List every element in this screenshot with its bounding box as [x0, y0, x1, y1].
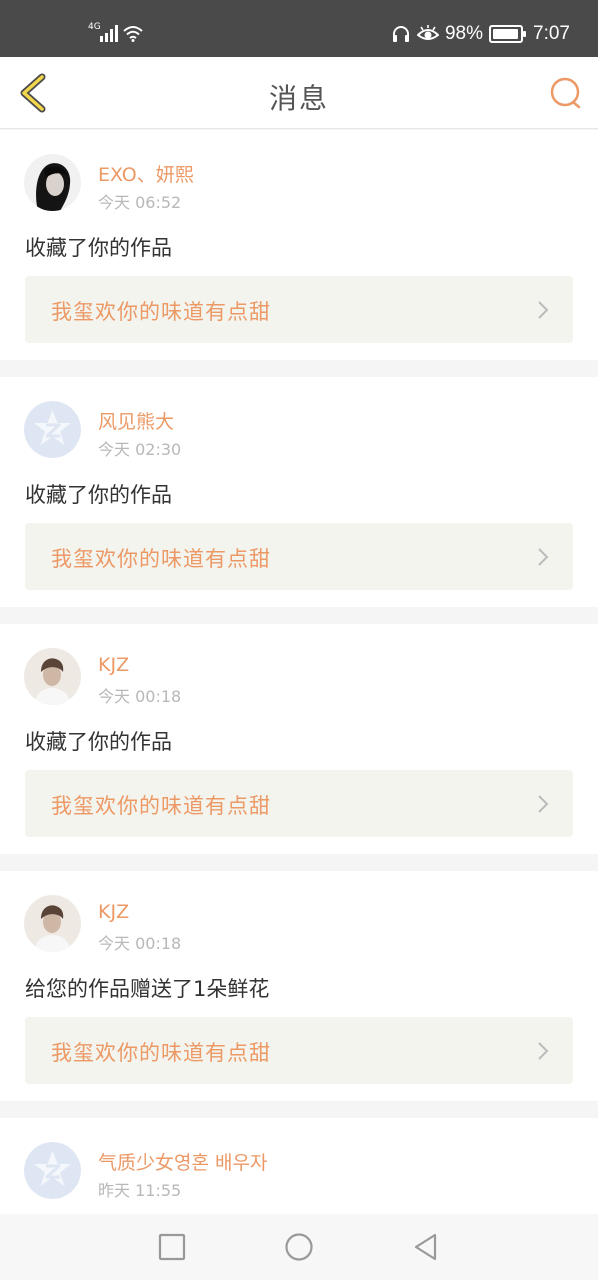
work-link[interactable]: 我玺欢你的味道有点甜 [25, 276, 573, 343]
avatar[interactable] [24, 1142, 81, 1199]
avatar-photo [24, 154, 81, 211]
message-text: 收藏了你的作品 [25, 236, 172, 260]
avatar[interactable] [24, 648, 81, 705]
avatar-photo [24, 895, 81, 952]
work-link[interactable]: 我玺欢你的味道有点甜 [25, 523, 573, 590]
eye-icon [416, 25, 439, 40]
message-card: KJZ 今天 00:18 收藏了你的作品 我玺欢你的味道有点甜 [0, 624, 598, 854]
message-time: 今天 00:18 [98, 687, 182, 706]
system-nav-bar [0, 1214, 598, 1280]
chevron-right-icon [538, 1042, 549, 1060]
battery-icon [489, 25, 527, 43]
top-bar: 消息 [0, 57, 598, 129]
user-name[interactable]: EXO、妍熙 [98, 160, 194, 187]
message-text: 收藏了你的作品 [25, 483, 172, 507]
work-link[interactable]: 我玺欢你的味道有点甜 [25, 1017, 573, 1084]
user-name[interactable]: KJZ [98, 654, 129, 676]
chevron-right-icon [538, 548, 549, 566]
avatar-photo [24, 648, 81, 705]
battery-level [493, 29, 519, 39]
avatar[interactable] [24, 154, 81, 211]
battery-percent: 98% [444, 23, 484, 44]
message-time: 今天 00:18 [98, 934, 182, 953]
work-link[interactable]: 我玺欢你的味道有点甜 [25, 770, 573, 837]
recent-apps-icon[interactable] [157, 1232, 187, 1262]
status-bar: 4G 98% 7:07 [0, 0, 598, 57]
headphone-icon [392, 26, 409, 42]
status-right: 98% 7:07 [391, 22, 570, 46]
wifi-icon [123, 26, 143, 42]
user-name[interactable]: 风见熊大 [98, 407, 174, 434]
user-name[interactable]: 气质少女영혼 배우자 [98, 1148, 267, 1175]
default-avatar-icon [24, 1142, 81, 1199]
clock: 7:07 [533, 23, 570, 44]
home-icon[interactable] [284, 1232, 314, 1262]
chevron-right-icon [538, 795, 549, 813]
message-text: 给您的作品赠送了1朵鲜花 [25, 977, 270, 1001]
message-time: 今天 06:52 [98, 193, 182, 212]
work-title: 我玺欢你的味道有点甜 [51, 1041, 271, 1065]
message-text: 收藏了你的作品 [25, 730, 172, 754]
work-title: 我玺欢你的味道有点甜 [51, 794, 271, 818]
back-icon[interactable] [411, 1232, 441, 1262]
message-card: KJZ 今天 00:18 给您的作品赠送了1朵鲜花 我玺欢你的味道有点甜 [0, 871, 598, 1101]
work-title: 我玺欢你的味道有点甜 [51, 300, 271, 324]
avatar[interactable] [24, 401, 81, 458]
message-time: 今天 02:30 [98, 440, 182, 459]
signal-icon [100, 25, 118, 42]
chevron-right-icon [538, 301, 549, 319]
message-card: 风见熊大 今天 02:30 收藏了你的作品 我玺欢你的味道有点甜 [0, 377, 598, 607]
user-name[interactable]: KJZ [98, 901, 129, 923]
page-title: 消息 [268, 82, 329, 115]
search-icon [550, 77, 581, 109]
message-card: 气质少女영혼 배우자 昨天 11:55 [0, 1118, 598, 1214]
search-button[interactable] [548, 75, 584, 111]
message-time: 昨天 11:55 [98, 1181, 182, 1200]
message-card: EXO、妍熙 今天 06:52 收藏了你的作品 我玺欢你的味道有点甜 [0, 130, 598, 360]
work-title: 我玺欢你的味道有点甜 [51, 547, 271, 571]
avatar[interactable] [24, 895, 81, 952]
default-avatar-icon [24, 401, 81, 458]
